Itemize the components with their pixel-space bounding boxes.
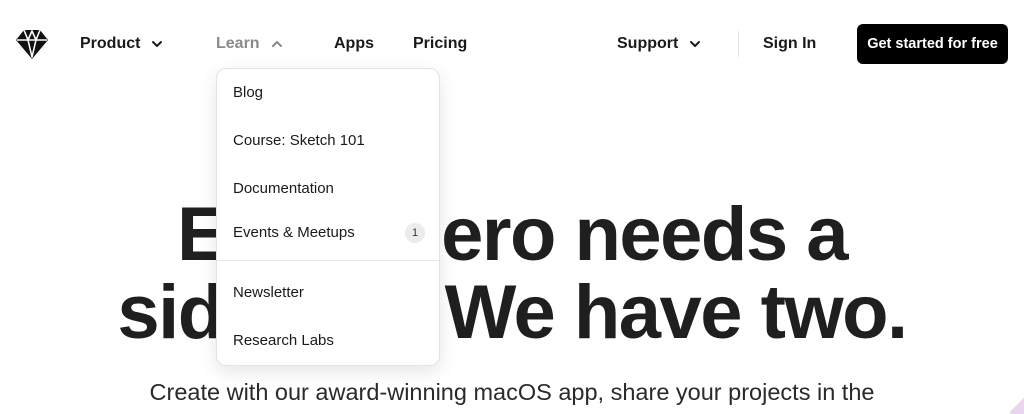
nav-support-label: Support: [617, 35, 679, 52]
menu-item-label: Blog: [233, 84, 264, 101]
menu-item-documentation[interactable]: Documentation: [233, 177, 425, 201]
nav-pricing[interactable]: Pricing: [413, 32, 467, 56]
chevron-down-icon: [152, 41, 163, 47]
nav-learn[interactable]: Learn: [216, 32, 284, 56]
menu-item-label: Documentation: [233, 180, 334, 197]
menu-item-events-meetups[interactable]: Events & Meetups 1: [233, 221, 425, 245]
nav-pricing-label: Pricing: [413, 35, 468, 52]
sign-in-label: Sign In: [763, 35, 817, 52]
menu-item-label: Newsletter: [233, 284, 304, 301]
nav-learn-label: Learn: [216, 35, 260, 52]
get-started-button[interactable]: Get started for free: [857, 24, 1008, 64]
menu-item-label: Course: Sketch 101: [233, 132, 365, 149]
diamond-logo-icon[interactable]: [15, 28, 49, 60]
nav-support[interactable]: Support: [617, 32, 702, 56]
learn-dropdown-menu: Blog Course: Sketch 101 Documentation Ev…: [216, 68, 440, 366]
menu-item-label: Research Labs: [233, 332, 334, 349]
menu-item-label: Events & Meetups: [233, 224, 355, 241]
menu-item-research-labs[interactable]: Research Labs: [233, 329, 425, 353]
hero-subtitle: Create with our award-winning macOS app,…: [149, 379, 875, 405]
nav-divider: [738, 31, 739, 57]
menu-divider: [217, 260, 439, 261]
nav-apps[interactable]: Apps: [334, 32, 374, 56]
corner-decoration: [1010, 396, 1024, 414]
sign-in-link[interactable]: Sign In: [763, 32, 816, 56]
chevron-down-icon: [690, 41, 701, 47]
menu-item-blog[interactable]: Blog: [233, 81, 425, 105]
events-count-badge: 1: [405, 223, 425, 243]
menu-item-course[interactable]: Course: Sketch 101: [233, 129, 425, 153]
hero-title: Every hero needs a sidekick. We have two…: [0, 196, 1024, 352]
menu-item-newsletter[interactable]: Newsletter: [233, 281, 425, 305]
nav-apps-label: Apps: [334, 35, 374, 52]
top-navigation: Product Learn Apps Pricing Support Sign …: [0, 0, 1024, 88]
nav-product-label: Product: [80, 35, 141, 52]
chevron-up-icon: [271, 41, 282, 47]
nav-product[interactable]: Product: [80, 32, 164, 56]
